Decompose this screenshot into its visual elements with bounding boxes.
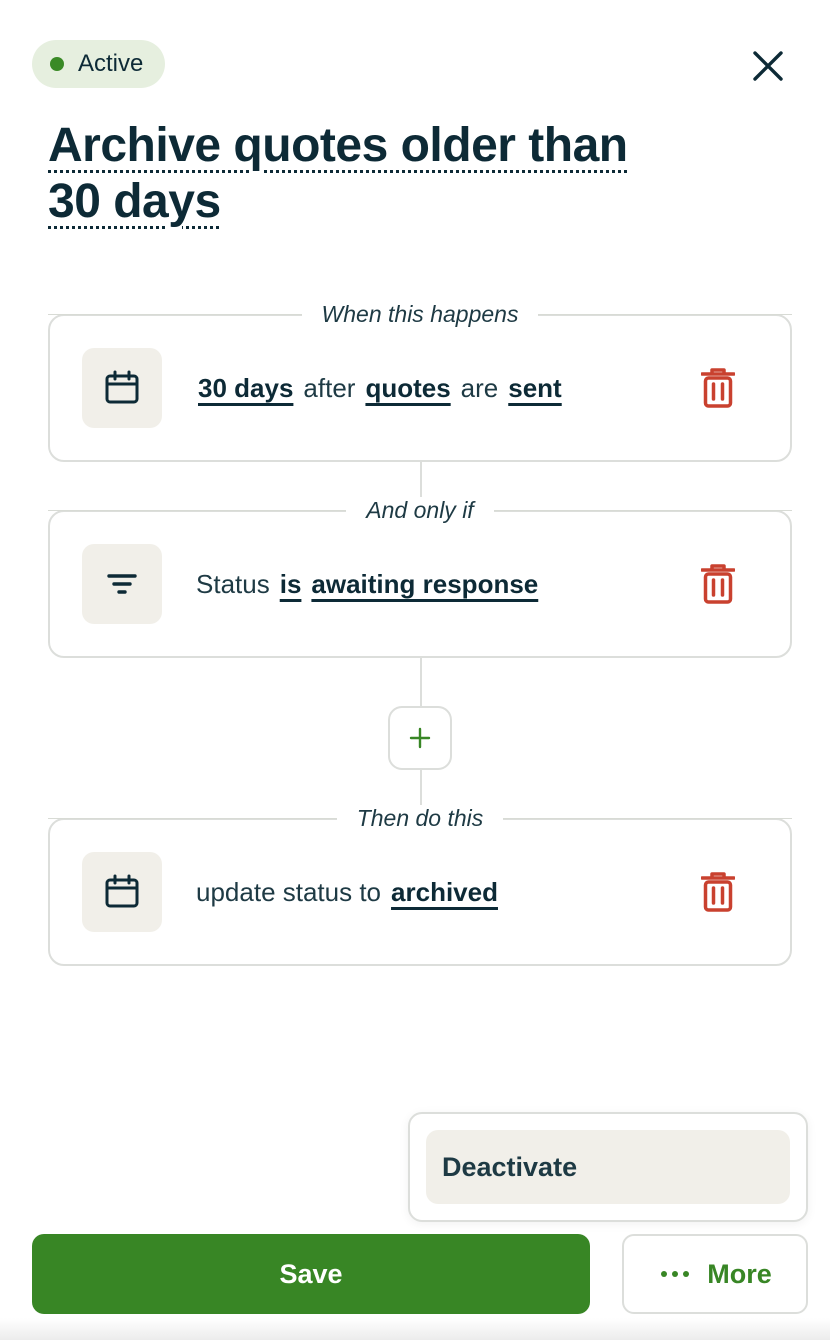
trash-icon <box>701 368 735 408</box>
action-card: update status to archived <box>48 818 792 966</box>
close-button[interactable] <box>742 40 794 92</box>
action-icon-box <box>82 852 162 932</box>
delete-action-button[interactable] <box>696 870 740 914</box>
calendar-icon <box>105 370 139 404</box>
more-menu: Deactivate <box>408 1112 808 1222</box>
trigger-text-are: are <box>460 372 499 403</box>
status-label: Active <box>78 50 144 77</box>
status-dot <box>50 57 64 71</box>
footer-shadow <box>0 1318 830 1340</box>
condition-sentence: Status is awaiting response <box>196 512 548 656</box>
trigger-event-token[interactable]: sent <box>508 373 561 404</box>
trash-icon <box>701 872 735 912</box>
condition-card: Status is awaiting response <box>48 510 792 658</box>
condition-operator-token[interactable]: is <box>280 569 302 600</box>
trigger-sentence: 30 days after quotes are sent <box>196 316 572 460</box>
save-button[interactable]: Save <box>32 1234 590 1314</box>
condition-field: Status <box>196 568 270 599</box>
close-icon <box>753 51 783 81</box>
more-dots-icon <box>658 1271 691 1277</box>
trigger-object-token[interactable]: quotes <box>365 373 450 404</box>
add-step-button[interactable] <box>388 706 452 770</box>
deactivate-menu-item[interactable]: Deactivate <box>426 1130 790 1204</box>
condition-icon-box <box>82 544 162 624</box>
more-button[interactable]: More <box>622 1234 808 1314</box>
trigger-card: 30 days after quotes are sent <box>48 314 792 462</box>
delete-condition-button[interactable] <box>696 562 740 606</box>
connector-line <box>420 462 422 510</box>
trigger-icon-box <box>82 348 162 428</box>
condition-value-token[interactable]: awaiting response <box>311 569 538 600</box>
title-line-2: 30 days <box>48 175 221 228</box>
calendar-icon <box>105 874 139 908</box>
action-sentence: update status to archived <box>196 820 508 964</box>
page-title[interactable]: Archive quotes older than 30 days <box>48 118 688 230</box>
trigger-text-after: after <box>303 372 356 403</box>
status-badge: Active <box>32 40 166 88</box>
action-text: update status to <box>196 876 382 907</box>
action-value-token[interactable]: archived <box>391 877 498 908</box>
plus-icon <box>409 727 431 749</box>
filter-icon <box>107 574 137 594</box>
trash-icon <box>701 564 735 604</box>
title-line-1: Archive quotes older than <box>48 119 628 172</box>
more-label: More <box>707 1258 772 1289</box>
trigger-delay-token[interactable]: 30 days <box>198 373 293 404</box>
delete-trigger-button[interactable] <box>696 366 740 410</box>
